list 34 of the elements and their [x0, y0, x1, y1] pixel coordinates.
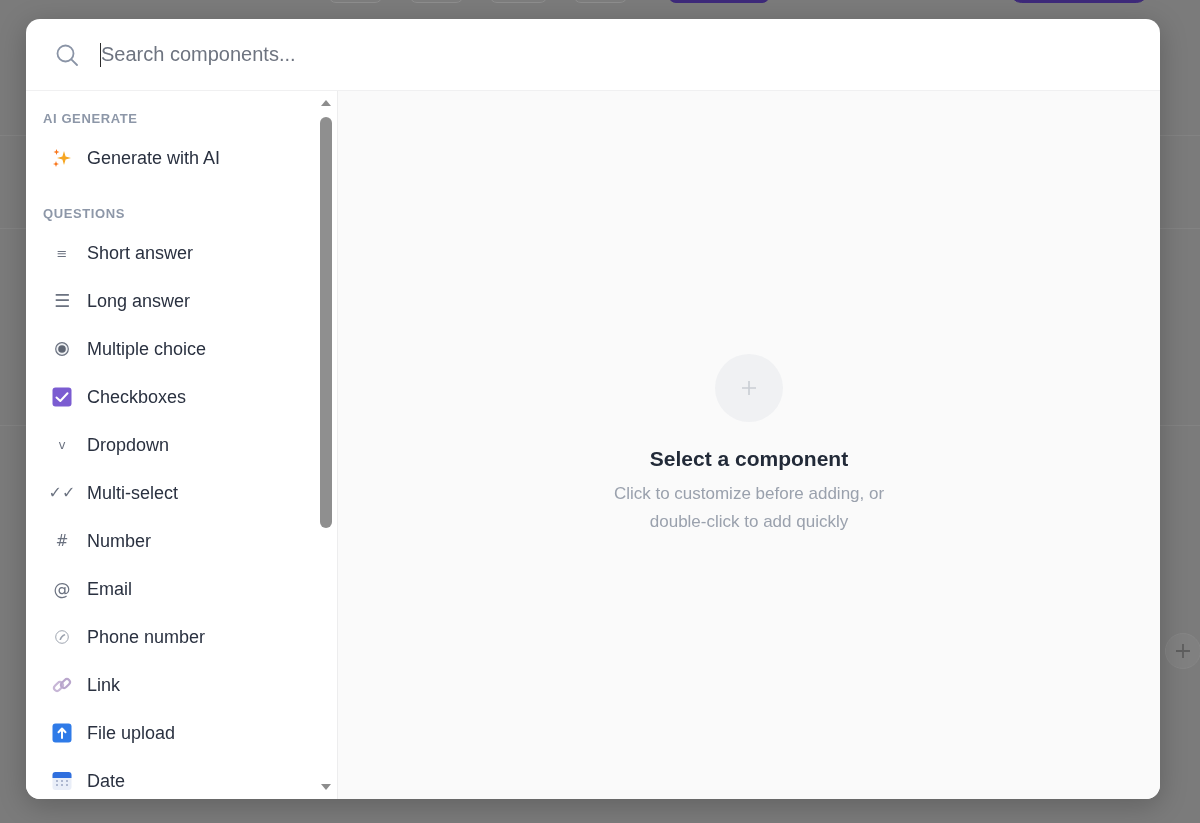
scroll-down-arrow-icon[interactable]	[321, 784, 331, 790]
empty-state-hint: Click to customize before adding, or double-click to add quickly	[612, 483, 886, 533]
v-chevron-icon: v	[58, 439, 66, 451]
radio-button-icon	[55, 342, 69, 356]
search-icon	[56, 43, 78, 66]
component-item[interactable]: Date	[52, 766, 126, 796]
empty-state-title: Select a component	[649, 446, 849, 472]
component-item[interactable]: Generate with AI	[52, 143, 221, 173]
plus-circle-icon	[715, 354, 783, 422]
component-item[interactable]: ☰ Long answer	[52, 286, 191, 316]
chain-link-icon	[52, 675, 72, 695]
component-item[interactable]: File upload	[52, 718, 176, 748]
triple-bar-icon: ≡	[56, 246, 68, 260]
section-heading: AI GENERATE	[43, 111, 138, 127]
scrollbar-thumb[interactable]	[320, 117, 332, 528]
component-item[interactable]: # Number	[52, 526, 152, 556]
text-cursor	[100, 42, 101, 67]
component-item[interactable]: v Dropdown	[52, 430, 170, 460]
component-item[interactable]: Link	[52, 670, 121, 700]
calendar-icon	[52, 771, 72, 791]
search-field[interactable]: Search components...	[101, 39, 1160, 70]
component-item[interactable]: Multiple choice	[52, 334, 207, 364]
section-heading: QUESTIONS	[43, 206, 125, 222]
at-sign-icon: @	[53, 580, 71, 598]
gauge-icon	[55, 630, 69, 644]
hamburger-lines-icon: ☰	[53, 292, 71, 310]
component-item[interactable]: Checkboxes	[52, 382, 187, 412]
hash-icon: #	[55, 533, 69, 549]
component-item[interactable]: @ Email	[52, 574, 132, 604]
checked-box-icon	[52, 387, 72, 407]
component-item[interactable]: Phone number	[52, 622, 206, 652]
component-item[interactable]: ≡ Short answer	[52, 238, 194, 268]
sparkle-icon	[52, 148, 72, 168]
scroll-up-arrow-icon[interactable]	[321, 100, 331, 106]
